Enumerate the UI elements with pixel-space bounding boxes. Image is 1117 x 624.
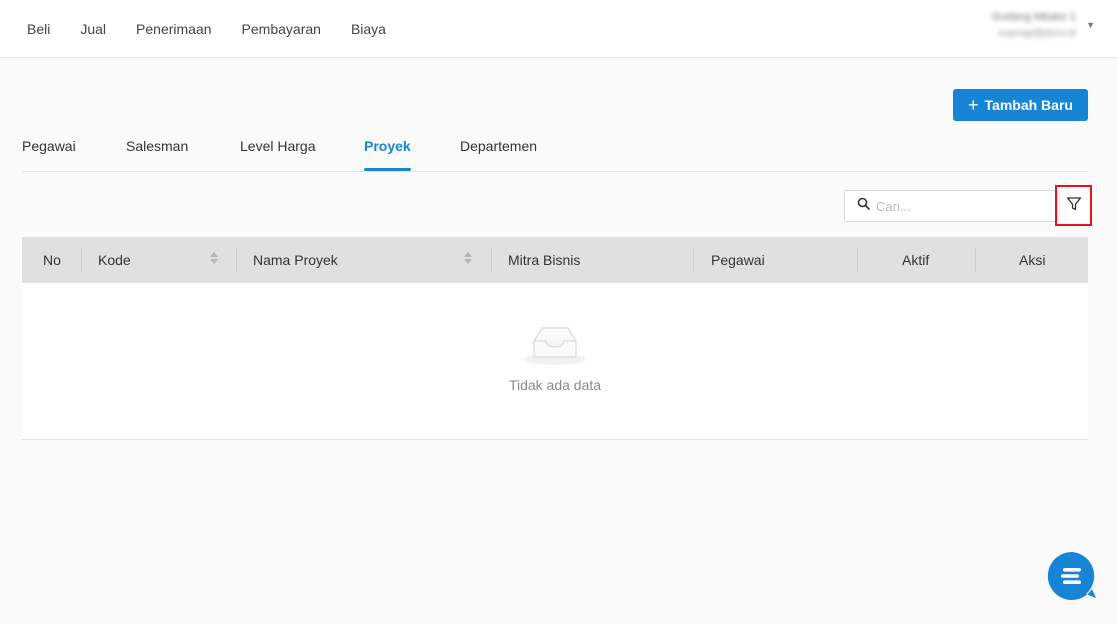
- filter-button[interactable]: [1060, 190, 1088, 222]
- tab-bar: Pegawai Salesman Level Harga Proyek Depa…: [22, 128, 1088, 172]
- plus-icon: +: [968, 95, 979, 115]
- add-new-button[interactable]: + Tambah Baru: [953, 89, 1088, 121]
- top-navbar: Beli Jual Penerimaan Pembayaran Biaya Gu…: [0, 0, 1117, 58]
- user-name: Gudang Mbako 1: [991, 11, 1077, 23]
- empty-state-text: Tidak ada data: [508, 377, 602, 393]
- user-email: supriagi@jitero.id: [998, 28, 1077, 39]
- user-info: Gudang Mbako 1 supriagi@jitero.id: [992, 8, 1076, 42]
- column-separator: [236, 247, 237, 273]
- search-box: [844, 190, 1058, 222]
- column-kode[interactable]: Kode: [98, 237, 131, 283]
- sort-kode-icon[interactable]: [210, 252, 218, 264]
- tab-departemen[interactable]: Departemen: [460, 138, 537, 171]
- column-aktif: Aktif: [902, 252, 930, 268]
- sort-nama-proyek-icon[interactable]: [464, 252, 472, 264]
- filter-icon: [1066, 196, 1082, 217]
- column-nama-proyek[interactable]: Nama Proyek: [253, 237, 338, 283]
- filter-highlight: [1055, 185, 1092, 226]
- column-no: No: [43, 252, 61, 268]
- tab-pegawai[interactable]: Pegawai: [22, 138, 76, 171]
- column-separator: [857, 247, 858, 273]
- tab-proyek[interactable]: Proyek: [364, 138, 411, 171]
- tab-salesman[interactable]: Salesman: [126, 138, 188, 171]
- nav-item-penerimaan[interactable]: Penerimaan: [121, 21, 227, 37]
- nav-item-beli[interactable]: Beli: [12, 21, 65, 37]
- tab-level-harga[interactable]: Level Harga: [240, 138, 316, 171]
- top-nav: Beli Jual Penerimaan Pembayaran Biaya: [12, 0, 401, 58]
- table-header: No Kode Nama Proyek Mitra Bisnis Pegawai…: [22, 237, 1088, 283]
- column-pegawai: Pegawai: [711, 252, 765, 268]
- column-separator: [81, 247, 82, 273]
- column-separator: [491, 247, 492, 273]
- table-body: Tidak ada data: [22, 283, 1088, 440]
- chat-button[interactable]: [1046, 550, 1098, 602]
- column-separator: [975, 247, 976, 273]
- chat-icon: [1046, 551, 1098, 606]
- add-new-label: Tambah Baru: [984, 97, 1073, 113]
- nav-item-jual[interactable]: Jual: [65, 21, 121, 37]
- search-icon: [857, 197, 870, 215]
- nav-item-biaya[interactable]: Biaya: [336, 21, 401, 37]
- empty-inbox-icon: [522, 323, 588, 372]
- column-separator: [693, 247, 694, 273]
- nav-item-pembayaran[interactable]: Pembayaran: [227, 21, 336, 37]
- search-input[interactable]: [876, 198, 1046, 214]
- column-aksi: Aksi: [1019, 252, 1046, 268]
- user-menu[interactable]: Gudang Mbako 1 supriagi@jitero.id ▼: [992, 8, 1095, 42]
- caret-down-icon[interactable]: ▼: [1086, 20, 1095, 30]
- column-mitra-bisnis: Mitra Bisnis: [508, 252, 581, 268]
